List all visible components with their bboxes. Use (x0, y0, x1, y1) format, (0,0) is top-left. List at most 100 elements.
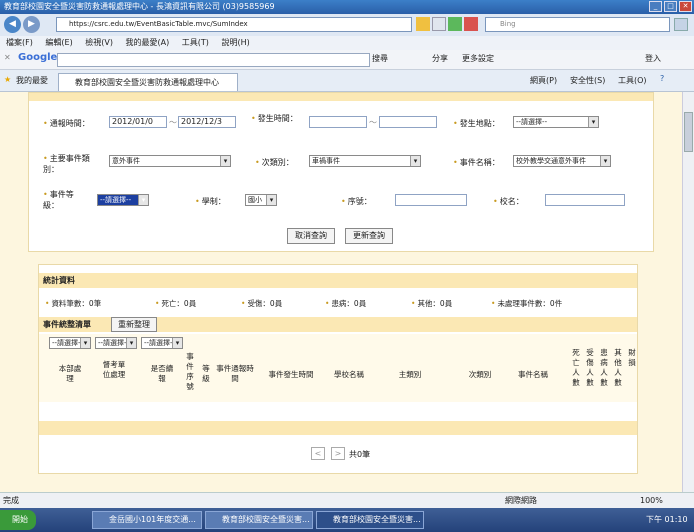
refresh-query-button[interactable]: 更新查詢 (345, 228, 393, 244)
col-injured: 受傷人數 (586, 348, 594, 387)
task-item-1[interactable]: 金岳國小101年度交通... (92, 511, 202, 529)
back-icon[interactable]: ◀ (4, 16, 21, 33)
occur-place-label: 發生地點： (453, 118, 500, 129)
report-time-from-input[interactable]: 2012/01/0 (109, 116, 167, 128)
occur-place-select[interactable]: --請選擇-- (513, 116, 599, 128)
event-level-select[interactable]: --請選擇-- (97, 194, 149, 206)
start-button[interactable]: 開始 (0, 510, 36, 530)
menu-edit[interactable]: 編輯(E) (45, 38, 72, 47)
google-search-input[interactable] (57, 53, 370, 67)
col-ministry: 本部處理 (58, 364, 82, 383)
status-text: 完成 (3, 496, 19, 505)
filter-select-1[interactable]: --請選擇-- (49, 337, 91, 349)
col-level: 等級 (202, 364, 210, 383)
menu-help[interactable]: 說明(H) (221, 38, 249, 47)
close-button[interactable]: ✕ (679, 1, 692, 12)
menu-bar: 檔案(F) 編輯(E) 檢視(V) 我的最愛(A) 工具(T) 說明(H) (0, 36, 694, 50)
stat-unprocessed: 未處理事件數：0件 (491, 298, 562, 309)
col-sub-type: 次類別 (468, 370, 492, 379)
pager-total: 共0筆 (349, 450, 371, 459)
school-system-label: 學制： (195, 196, 226, 207)
page-menu[interactable]: 網頁(P) (530, 75, 557, 86)
occur-time-to-input[interactable] (379, 116, 437, 128)
col-damage: 財損 (628, 348, 636, 367)
next-page-button[interactable]: > (331, 447, 345, 460)
menu-favorites[interactable]: 我的最愛(A) (126, 38, 170, 47)
filter-select-3[interactable]: --請選擇-- (141, 337, 183, 349)
browser-tab[interactable]: 教育部校園安全暨災害防救通報處理中心 (58, 73, 238, 91)
col-serial: 事件序號 (186, 352, 194, 391)
stat-other: 其他：0員 (411, 298, 452, 309)
event-list-footer (39, 421, 637, 435)
serial-input[interactable] (395, 194, 467, 206)
refresh-icon[interactable] (448, 17, 462, 31)
stop-icon[interactable] (464, 17, 478, 31)
reorganize-button[interactable]: 重新整理 (111, 317, 157, 332)
cancel-query-button[interactable]: 取消查詢 (287, 228, 335, 244)
google-search-button[interactable]: 搜尋 (372, 53, 388, 64)
prev-page-button[interactable]: < (311, 447, 325, 460)
lock-icon[interactable] (416, 17, 430, 31)
event-list-header: --請選擇-- --請選擇-- --請選擇-- 本部處理 督考單位處理 是否續報… (39, 334, 637, 402)
main-type-select[interactable]: 意外事件 (109, 155, 231, 167)
stat-ill: 患病：0員 (325, 298, 366, 309)
menu-view[interactable]: 檢視(V) (85, 38, 113, 47)
star-icon[interactable]: ★ (4, 75, 11, 84)
menu-file[interactable]: 檔案(F) (6, 38, 33, 47)
col-event-name: 事件名稱 (518, 370, 548, 379)
filter-select-2[interactable]: --請選擇-- (95, 337, 137, 349)
stat-injured: 受傷：0員 (241, 298, 282, 309)
stat-deaths: 死亡：0員 (155, 298, 196, 309)
report-time-label: 通報時間： (43, 118, 90, 129)
col-main-type: 主類別 (398, 370, 422, 379)
menu-tools[interactable]: 工具(T) (182, 38, 209, 47)
results-panel: 統計資料 資料筆數：0筆 死亡：0員 受傷：0員 患病：0員 其他：0員 未處理… (38, 264, 638, 474)
school-name-label: 校名： (493, 196, 524, 207)
zone-indicator: 網際網路 (505, 496, 537, 505)
forward-icon[interactable]: ▶ (23, 16, 40, 33)
event-name-label: 事件名稱： (453, 157, 500, 168)
search-icon[interactable] (674, 18, 688, 31)
main-type-label: 主要事件類別： (43, 153, 103, 175)
login-button[interactable]: 登入 (645, 53, 661, 64)
col-other: 其他人數 (614, 348, 622, 387)
vertical-scrollbar[interactable] (682, 92, 694, 492)
compat-icon[interactable] (432, 17, 446, 31)
zoom-control[interactable]: 100% (640, 493, 663, 508)
stats-section-title: 統計資料 (39, 273, 637, 288)
school-name-input[interactable] (545, 194, 625, 206)
clock: 下午 01:10 (646, 515, 688, 524)
school-system-select[interactable]: 國小 (245, 194, 277, 206)
favorites-button[interactable]: 我的最愛 (16, 75, 48, 86)
favorites-bar: ★ 我的最愛 教育部校園安全暨災害防救通報處理中心 網頁(P) 安全性(S) 工… (0, 70, 694, 92)
scroll-thumb[interactable] (684, 112, 693, 152)
col-occur-time: 事件發生時間 (268, 370, 314, 379)
safety-menu[interactable]: 安全性(S) (570, 75, 605, 86)
minimize-button[interactable]: _ (649, 1, 662, 12)
event-level-label: 事件等級： (43, 189, 83, 211)
col-school-name: 學校名稱 (334, 370, 364, 379)
task-item-2[interactable]: 教育部校園安全暨災害... (205, 511, 313, 529)
google-toolbar: ✕ Google 搜尋 分享 更多設定 登入 (0, 50, 694, 70)
report-time-to-input[interactable]: 2012/12/3 (178, 116, 236, 128)
window-titlebar: 教育部校園安全暨災害防救通報處理中心 - 長鴻資訊有限公司 (03)958596… (0, 0, 694, 14)
address-bar: ◀ ▶ https://csrc.edu.tw/EventBasicTable.… (0, 14, 694, 36)
help-icon[interactable]: ? (660, 74, 664, 83)
occur-time-from-input[interactable] (309, 116, 367, 128)
share-button[interactable]: 分享 (432, 53, 448, 64)
maximize-button[interactable]: □ (664, 1, 677, 12)
task-item-3[interactable]: 教育部校園安全暨災害... (316, 511, 424, 529)
sub-type-select[interactable]: 車禍事件 (309, 155, 421, 167)
occur-time-label: 發生時間： (251, 113, 299, 124)
url-field[interactable]: https://csrc.edu.tw/EventBasicTable.mvc/… (56, 17, 412, 32)
more-settings-button[interactable]: 更多設定 (462, 53, 494, 64)
bing-search-input[interactable]: Bing (485, 17, 670, 32)
stat-records: 資料筆數：0筆 (45, 298, 101, 309)
close-toolbar-icon[interactable]: ✕ (4, 53, 11, 62)
col-ill: 患病人數 (600, 348, 608, 387)
col-supervisor: 督考單位處理 (102, 360, 126, 379)
serial-label: 序號： (341, 196, 372, 207)
tools-menu[interactable]: 工具(O) (618, 75, 647, 86)
sub-type-label: 次類別： (255, 157, 294, 168)
event-name-select[interactable]: 校外教學交通意外事件 (513, 155, 611, 167)
